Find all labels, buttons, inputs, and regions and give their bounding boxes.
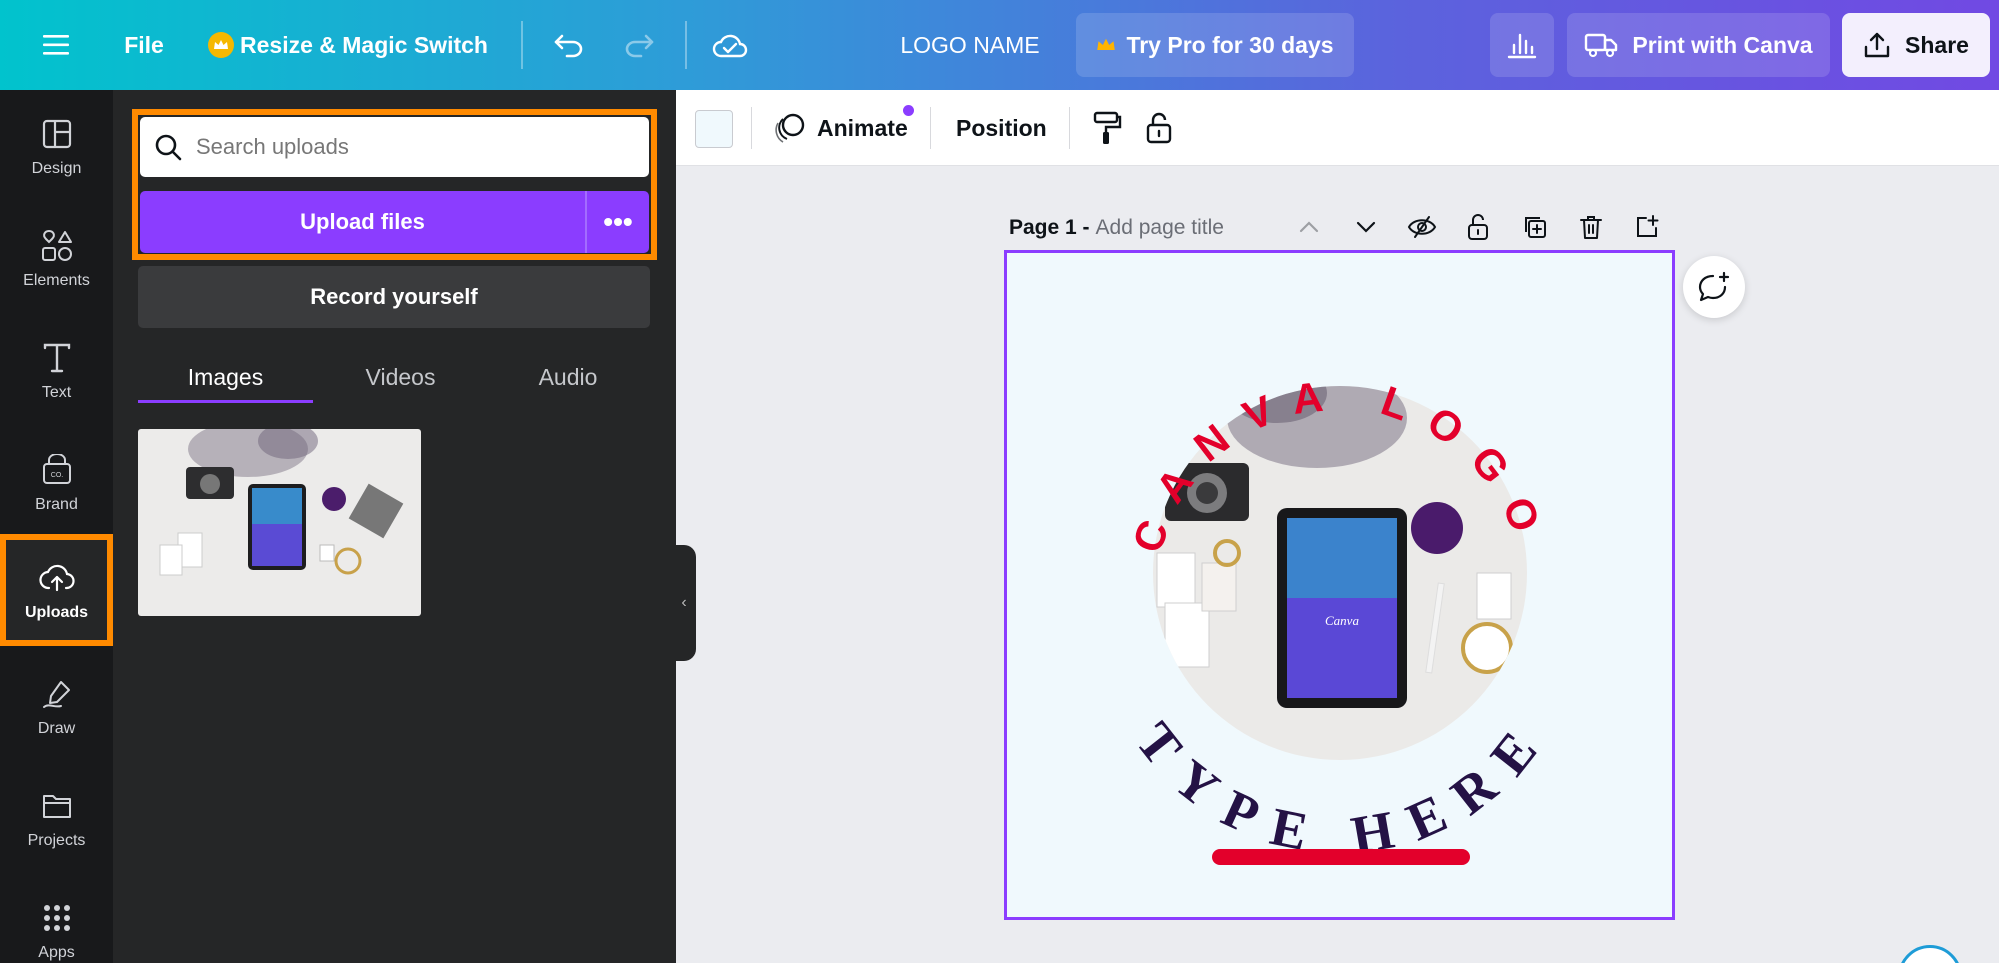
- animate-label: Animate: [817, 114, 908, 141]
- add-page-icon[interactable]: [1630, 210, 1664, 244]
- logo-design: Canva CANVA LOGO TYPE HERE: [1123, 371, 1543, 866]
- share-label: Share: [1905, 31, 1969, 58]
- rail-label: Brand: [35, 496, 78, 513]
- rail-item-uploads[interactable]: Uploads: [0, 534, 113, 646]
- comment-plus-icon: [1697, 271, 1731, 303]
- chevron-left-icon: ‹: [681, 594, 687, 611]
- cloud-upload-icon: [37, 558, 77, 598]
- background-color-swatch[interactable]: [695, 110, 733, 148]
- tab-images[interactable]: Images: [138, 352, 313, 402]
- uploaded-image-thumbnail[interactable]: [138, 429, 421, 616]
- divider: [1069, 107, 1070, 149]
- left-rail: Design Elements Text CO. Brand Uploads D…: [0, 90, 113, 963]
- divider: [751, 107, 752, 149]
- svg-text:CO.: CO.: [50, 472, 63, 479]
- chevron-up-icon[interactable]: [1292, 210, 1326, 244]
- new-indicator-dot: [903, 105, 914, 116]
- page-header: Page 1 - Add page title: [1009, 208, 1224, 248]
- rail-label: Design: [31, 160, 82, 177]
- rail-item-projects[interactable]: Projects: [0, 762, 113, 874]
- divider: [685, 21, 687, 69]
- animate-button[interactable]: Animate: [773, 105, 914, 149]
- truck-icon: [1584, 32, 1618, 58]
- draw-pen-icon: [37, 674, 77, 714]
- chevron-down-icon[interactable]: [1349, 210, 1383, 244]
- rail-item-draw[interactable]: Draw: [0, 650, 113, 762]
- crown-icon: [208, 32, 234, 58]
- page-label: Page 1 -: [1009, 216, 1090, 239]
- active-tab-indicator: [138, 400, 313, 403]
- print-label: Print with Canva: [1632, 31, 1813, 58]
- undo-icon[interactable]: [546, 22, 592, 68]
- highlight-frame: [132, 109, 657, 260]
- share-upload-icon: [1863, 31, 1891, 59]
- try-pro-label: Try Pro for 30 days: [1126, 31, 1334, 58]
- tablet-text: Canva: [1325, 613, 1359, 628]
- canva-editor: File Resize & Magic Switch LOGO NAME Try…: [0, 0, 1999, 963]
- position-button[interactable]: Position: [956, 107, 1047, 149]
- delete-trash-icon[interactable]: [1574, 210, 1608, 244]
- duplicate-page-icon[interactable]: [1518, 210, 1552, 244]
- animate-icon: [773, 111, 807, 145]
- text-t-icon: [37, 338, 77, 378]
- rail-label: Apps: [38, 944, 75, 961]
- divider: [521, 21, 523, 69]
- rail-item-brand[interactable]: CO. Brand: [0, 426, 113, 538]
- design-canvas[interactable]: Canva CANVA LOGO TYPE HERE: [1004, 250, 1675, 920]
- record-yourself-button[interactable]: Record yourself: [138, 266, 650, 328]
- design-title[interactable]: LOGO NAME: [890, 22, 1050, 68]
- tab-videos[interactable]: Videos: [313, 352, 488, 402]
- tab-audio[interactable]: Audio: [483, 352, 653, 402]
- resize-magic-switch-button[interactable]: Resize & Magic Switch: [208, 22, 490, 68]
- design-layout-icon: [37, 114, 77, 154]
- resize-label: Resize & Magic Switch: [240, 31, 488, 58]
- lock-icon[interactable]: [1145, 108, 1179, 148]
- copy-style-paint-roller-icon[interactable]: [1092, 108, 1126, 148]
- rail-label: Draw: [37, 720, 76, 737]
- crown-icon: [1096, 37, 1116, 53]
- apps-grid-icon: [37, 898, 77, 938]
- print-with-canva-button[interactable]: Print with Canva: [1567, 13, 1830, 77]
- collapse-panel-button[interactable]: ‹: [672, 545, 696, 661]
- rail-item-design[interactable]: Design: [0, 90, 113, 202]
- rail-label: Uploads: [24, 604, 89, 621]
- rail-item-text[interactable]: Text: [0, 314, 113, 426]
- divider: [930, 107, 931, 149]
- hamburger-menu-icon[interactable]: [32, 22, 80, 68]
- rail-item-apps[interactable]: Apps: [0, 874, 113, 963]
- file-menu[interactable]: File: [110, 22, 178, 68]
- folder-icon: [37, 786, 77, 826]
- cloud-saved-icon[interactable]: [706, 22, 754, 68]
- insights-chart-icon[interactable]: [1490, 13, 1554, 77]
- try-pro-button[interactable]: Try Pro for 30 days: [1076, 13, 1354, 77]
- brand-kit-icon: CO.: [37, 450, 77, 490]
- lock-page-icon[interactable]: [1461, 210, 1495, 244]
- page-title-input[interactable]: Add page title: [1096, 216, 1224, 240]
- add-comment-button[interactable]: [1683, 256, 1745, 318]
- rail-item-elements[interactable]: Elements: [0, 202, 113, 314]
- share-button[interactable]: Share: [1842, 13, 1990, 77]
- hide-eye-icon[interactable]: [1405, 210, 1439, 244]
- redo-icon[interactable]: [616, 22, 662, 68]
- rail-label: Text: [41, 384, 72, 401]
- elements-shapes-icon: [37, 226, 77, 266]
- red-underline-bar[interactable]: [1212, 849, 1470, 865]
- top-bar: File Resize & Magic Switch LOGO NAME Try…: [0, 0, 1999, 90]
- help-button[interactable]: [1898, 945, 1962, 963]
- rail-label: Projects: [27, 832, 86, 849]
- rail-label: Elements: [23, 272, 90, 289]
